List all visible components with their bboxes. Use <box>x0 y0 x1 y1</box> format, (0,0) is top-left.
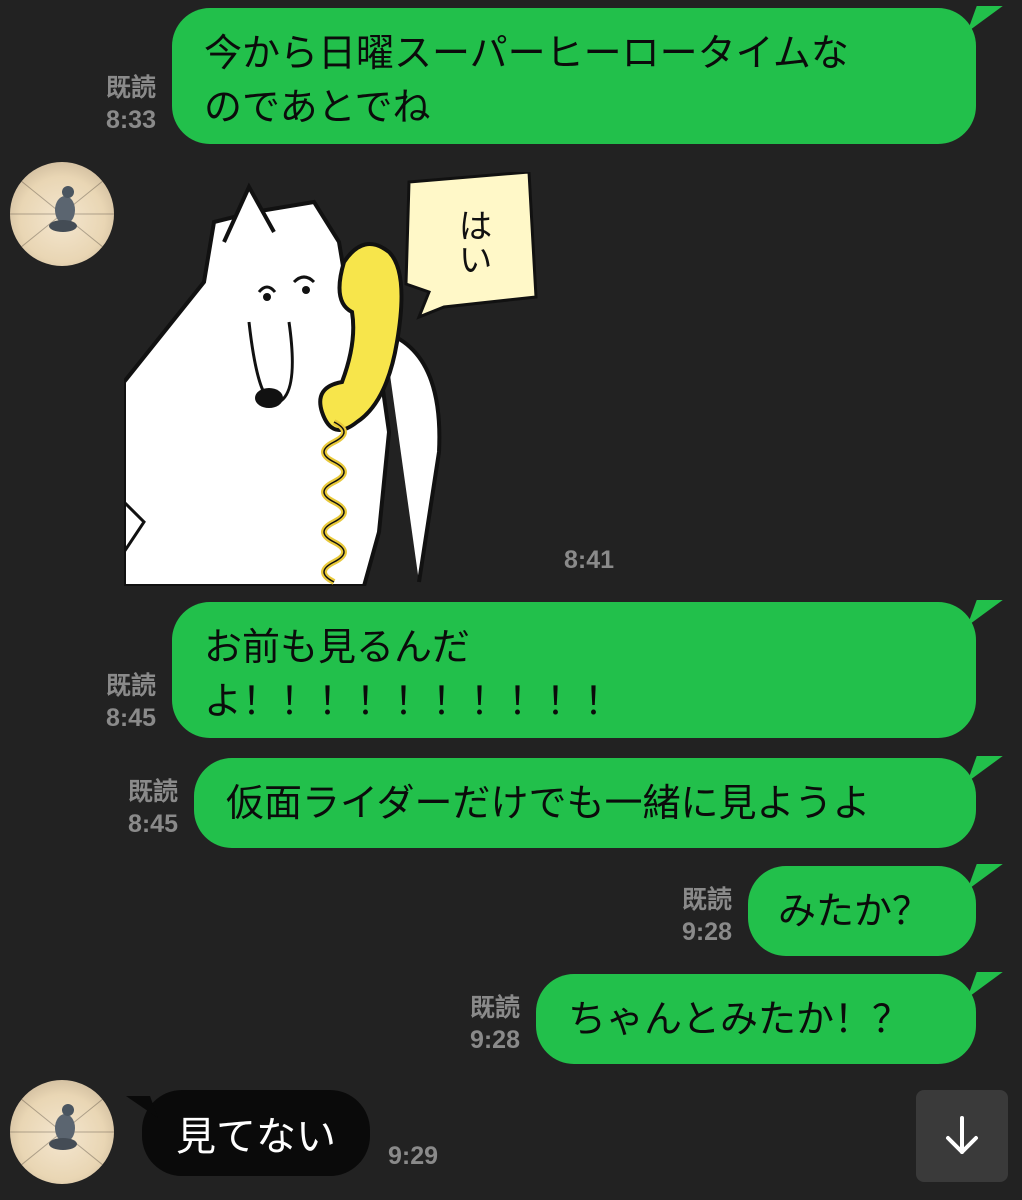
read-receipt: 既読 8:45 <box>96 670 156 734</box>
message-text-line2: よ！！！！！！！！！！ <box>204 679 623 723</box>
contact-avatar[interactable] <box>10 1080 114 1184</box>
message-text: 見てない <box>176 1114 336 1160</box>
message-text: ちゃんとみたか！？ <box>568 997 911 1041</box>
read-label: 既読 <box>105 672 156 700</box>
message-time: 9:28 <box>681 918 732 946</box>
message-time: 8:41 <box>564 546 615 574</box>
message-text: 仮面ライダーだけでも一緒に見ようよ <box>226 781 871 825</box>
outgoing-message[interactable]: お前も見るんだ よ！！！！！！！！！！ <box>172 602 976 738</box>
message-time: 8:45 <box>105 704 156 732</box>
message-text-line2: のであとでね <box>204 85 431 129</box>
sticker-text: はい <box>452 208 492 276</box>
read-label: 既読 <box>105 74 156 102</box>
outgoing-message[interactable]: ちゃんとみたか！？ <box>536 974 976 1064</box>
pigeon-icon <box>10 171 114 257</box>
message-text-line1: お前も見るんだ <box>204 625 471 669</box>
read-label: 既読 <box>127 778 178 806</box>
outgoing-message[interactable]: 今から日曜スーパーヒーロータイムな のであとでね <box>172 8 976 144</box>
read-receipt: 既読 8:33 <box>96 72 156 136</box>
arrow-down-icon <box>946 1116 978 1154</box>
read-receipt: 既読 9:28 <box>672 884 732 948</box>
read-label: 既読 <box>469 994 520 1022</box>
message-time: 9:29 <box>388 1142 439 1170</box>
outgoing-message[interactable]: 仮面ライダーだけでも一緒に見ようよ <box>194 758 976 848</box>
message-time: 8:33 <box>105 106 156 134</box>
incoming-message[interactable]: 見てない <box>142 1090 370 1176</box>
scroll-to-bottom-button[interactable] <box>916 1090 1008 1182</box>
sticker-message[interactable]: はい <box>122 170 564 588</box>
bear-phone-sticker: はい <box>122 170 538 588</box>
message-time: 9:28 <box>469 1026 520 1054</box>
contact-avatar[interactable] <box>10 162 114 266</box>
pigeon-icon <box>10 1089 114 1175</box>
outgoing-message[interactable]: みたか？ <box>748 866 976 956</box>
read-receipt: 既読 9:28 <box>460 992 520 1056</box>
message-time: 8:45 <box>127 810 178 838</box>
message-text-line1: 今から日曜スーパーヒーロータイムな <box>204 31 849 75</box>
read-receipt: 既読 8:45 <box>118 776 178 840</box>
message-text: みたか？ <box>778 889 931 933</box>
read-label: 既読 <box>681 886 732 914</box>
